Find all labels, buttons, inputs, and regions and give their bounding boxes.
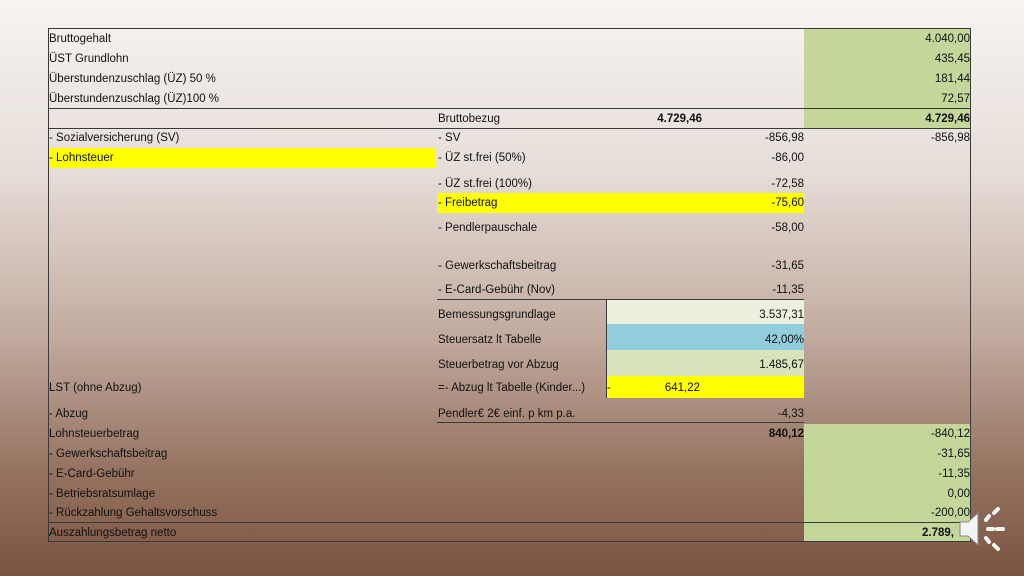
bruttobezug-label: Bruttobezug: [438, 113, 501, 125]
pendler-label: - Pendlerpauschale: [438, 222, 538, 234]
ecard-sub-value: -11,35: [772, 284, 804, 296]
uez50frei-label: - ÜZ st.frei (50%): [438, 152, 526, 164]
sv-label: - Sozialversicherung (SV): [49, 132, 180, 144]
sv-value: -856,98: [930, 132, 970, 144]
speaker-icon[interactable]: [956, 506, 1006, 552]
uez50-label: Überstundenzuschlag (ÜZ) 50 %: [49, 73, 216, 85]
auszahlung-top-border: [48, 522, 970, 523]
bruttobezug-value: 4.729,46: [925, 113, 970, 125]
ecard-bottom-border: [437, 299, 804, 300]
abzug-tabelle-label: =- Abzug lt Tabelle (Kinder...): [438, 382, 586, 394]
gewerk-value: -31,65: [937, 448, 970, 460]
bemessung-label: Bemessungsgrundlage: [438, 309, 556, 321]
sv-sub-value: -856,98: [764, 132, 804, 144]
rueckzahlung-label: - Rückzahlung Gehaltsvorschuss: [49, 507, 218, 519]
bruttobezug-mid: 4.729,46: [657, 113, 702, 125]
rueckzahlung-value: -200,00: [930, 507, 970, 519]
payroll-sheet: Bruttogehalt 4.040,00 ÜST Grundlohn 435,…: [0, 0, 1024, 576]
bemessung-value: 3.537,31: [759, 309, 804, 321]
freibetrag-value: -75,60: [771, 197, 804, 209]
gewerk-sub-value: -31,65: [771, 260, 804, 272]
uez100frei-value: -72,58: [771, 178, 804, 190]
steuersatz-label: Steuersatz lt Tabelle: [438, 334, 542, 346]
ecard-label: - E-Card-Gebühr: [49, 468, 135, 480]
betriebsrat-value: 0,00: [947, 488, 970, 500]
bruttobezug-top-border: [48, 108, 970, 109]
brutto-value: 4.040,00: [925, 33, 970, 45]
ust-value: 435,45: [934, 53, 970, 65]
pendler-euro-label: Pendler€ 2€ einf. p km p.a.: [438, 408, 576, 420]
lohnsteuerbetrag-mid: 840,12: [768, 428, 804, 440]
ecard-value: -11,35: [938, 468, 970, 480]
uez100-label: Überstundenzuschlag (ÜZ)100 %: [49, 93, 220, 105]
right-border: [970, 28, 971, 542]
auszahlung-value: 2.789,: [922, 527, 954, 539]
betriebsrat-label: - Betriebsratsumlage: [49, 488, 156, 500]
lohnsteuer-label: - Lohnsteuer: [49, 152, 114, 164]
bottom-border: [48, 541, 970, 542]
abzug-label: - Abzug: [49, 408, 88, 420]
top-border: [48, 28, 970, 29]
uez50frei-value: -86,00: [771, 152, 804, 164]
lohnsteuerbetrag-value: -840,12: [930, 428, 970, 440]
lst-label: LST (ohne Abzug): [49, 382, 142, 394]
uez50-value: 181,44: [934, 73, 970, 85]
pendler-euro-value: -4,33: [777, 408, 804, 420]
uez100-value: 72,57: [941, 93, 970, 105]
steuerbetrag-label: Steuerbetrag vor Abzug: [438, 359, 559, 371]
auszahlung-label: Auszahlungsbetrag netto: [49, 527, 177, 539]
gewerk-sub-label: - Gewerkschaftsbeitrag: [438, 260, 557, 272]
freibetrag-label: - Freibetrag: [438, 197, 498, 209]
sv-sub-label: - SV: [438, 132, 461, 144]
steuerbetrag-value: 1.485,67: [759, 359, 804, 371]
ust-label: ÜST Grundlohn: [49, 53, 129, 65]
gewerk-label: - Gewerkschaftsbeitrag: [49, 448, 168, 460]
pendler-value: -58,00: [771, 222, 804, 234]
ecard-sub-label: - E-Card-Gebühr (Nov): [438, 284, 555, 296]
uez100frei-label: - ÜZ st.frei (100%): [438, 178, 532, 190]
abzug-tabelle-value: 641,22: [664, 382, 700, 394]
steuersatz-value: 42,00%: [764, 334, 804, 346]
lohnsteuerbetrag-label: Lohnsteuerbetrag: [49, 428, 140, 440]
brutto-label: Bruttogehalt: [49, 33, 112, 45]
